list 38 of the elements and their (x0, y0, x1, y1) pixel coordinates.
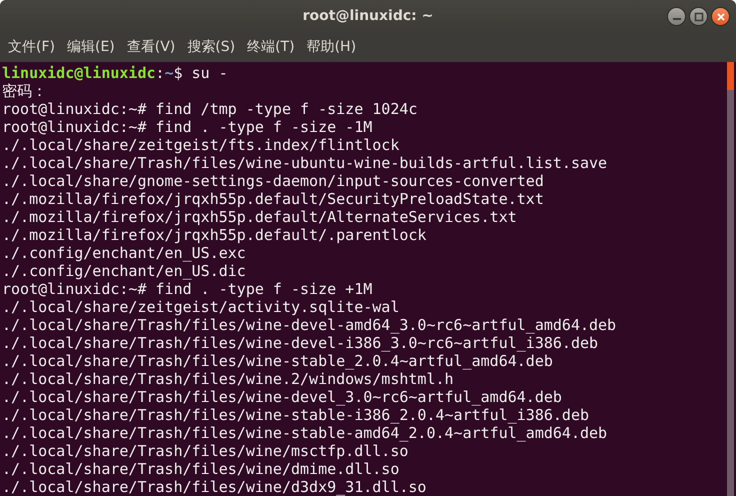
terminal-line: ./.local/share/Trash/files/wine-devel-amd64_3.0~rc6~artful_amd64.deb (2, 316, 618, 334)
terminal-line: ./.local/share/Trash/files/wine-stable_2.0.4~artful_amd64.deb (2, 352, 554, 370)
terminal-line: ./.local/share/Trash/files/wine/dmime.dll.so (2, 460, 400, 478)
terminal-line: ./.config/enchant/en_US.exc (2, 244, 247, 262)
menu-item[interactable]: 搜索(S) (187, 38, 236, 56)
terminal-line: ./.local/share/zeitgeist/fts.index/flintlock (2, 136, 400, 154)
terminal-line: ./.local/share/Trash/files/wine-ubuntu-wine-builds-artful.list.save (2, 154, 608, 172)
menu-item[interactable]: 编辑(E) (66, 38, 115, 56)
terminal-line: ./.mozilla/firefox/jrqxh55p.default/.parentlock (2, 226, 428, 244)
terminal-line: ./.local/share/Trash/files/wine.2/windows/mshtml.h (2, 370, 455, 388)
terminal-line: ./.mozilla/firefox/jrqxh55p.default/AlternateServices.txt (2, 208, 518, 226)
scrollbar[interactable] (727, 62, 734, 496)
maximize-button[interactable] (689, 7, 708, 26)
menu-item[interactable]: 查看(V) (126, 38, 176, 56)
terminal-line: ./.config/enchant/en_US.dic (2, 262, 247, 280)
maximize-icon (694, 12, 704, 22)
menu-item[interactable]: 帮助(H) (306, 38, 356, 56)
terminal-line: ./.local/share/Trash/files/wine-stable-amd64_2.0.4~artful_amd64.deb (2, 424, 608, 442)
terminal-line: ./.local/share/Trash/files/wine-devel-i386_3.0~rc6~artful_i386.deb (2, 334, 600, 352)
terminal-line: ./.local/share/Trash/files/wine-stable-i386_2.0.4~artful_i386.deb (2, 406, 590, 424)
close-button[interactable] (711, 7, 730, 26)
terminal-line: root@linuxidc:~# find . -type f -size -1M (2, 118, 374, 136)
terminal-line: ./.mozilla/firefox/jrqxh55p.default/SecurityPreloadState.txt (2, 190, 545, 208)
terminal-line: root@linuxidc:~# find /tmp -type f -size 1024c (2, 100, 418, 118)
menu-item[interactable]: 终端(T) (247, 38, 295, 56)
minimize-icon (672, 18, 680, 20)
menu-item[interactable]: 文件(F) (8, 38, 55, 56)
window-title: root@linuxidc: ~ (302, 8, 434, 24)
terminal-line: ./.local/share/Trash/files/wine/d3dx9_31.dll.so (2, 478, 428, 496)
prompt-line: linuxidc@linuxidc:~$ su - (2, 64, 229, 82)
terminal-line: root@linuxidc:~# find . -type f -size +1M (2, 280, 374, 298)
terminal-line: ./.local/share/Trash/files/wine/msctfp.dll.so (2, 442, 410, 460)
terminal-line: 密码： (2, 82, 48, 100)
terminal-line: ./.local/share/zeitgeist/activity.sqlite-wal (2, 298, 400, 316)
terminal-line: ./.local/share/Trash/files/wine-devel_3.0~rc6~artful_amd64.deb (2, 388, 563, 406)
minimize-button[interactable] (667, 7, 686, 26)
close-icon (716, 12, 726, 22)
terminal-line: ./.local/share/gnome-settings-daemon/input-sources-converted (2, 172, 545, 190)
